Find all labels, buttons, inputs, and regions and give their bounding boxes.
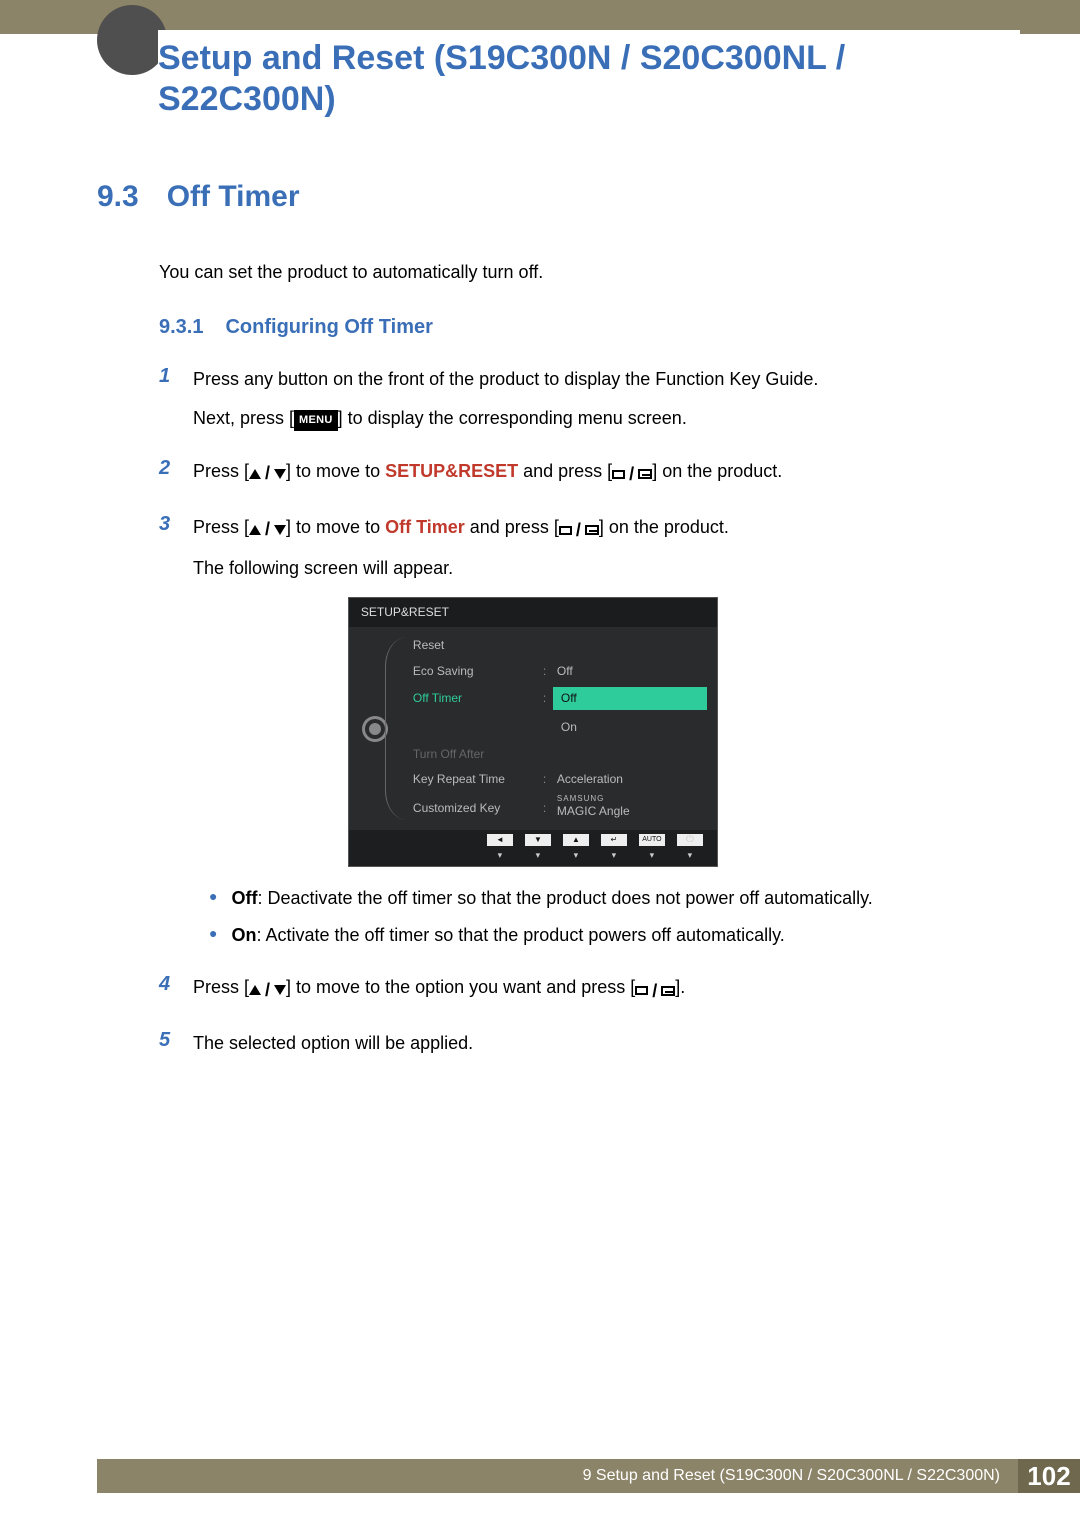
osd-title: SETUP&RESET (349, 598, 717, 627)
target-off-timer: Off Timer (385, 517, 465, 537)
osd-nav-bar: ◄▾ ▼▾ ▲▾ ↵▾ AUTO▾ ▾ (349, 830, 717, 866)
menu-button-icon: MENU (294, 410, 338, 432)
osd-row-reset: Reset (395, 633, 707, 658)
page-footer: 9 Setup and Reset (S19C300N / S20C300NL … (97, 1459, 1080, 1493)
steps-list: 1 Press any button on the front of the p… (159, 365, 1010, 1068)
bullet-on: ● On: Activate the off timer so that the… (209, 922, 873, 949)
section-title: Off Timer (167, 180, 300, 214)
step-text: Press [/] to move to SETUP&RESET and pre… (193, 457, 782, 489)
section-intro: You can set the product to automatically… (159, 259, 1010, 286)
step-1: 1 Press any button on the front of the p… (159, 365, 1010, 443)
page-content: 9.3 Off Timer You can set the product to… (97, 180, 1010, 1082)
nav-auto-label: AUTO▾ (639, 834, 665, 862)
up-down-icon: / (249, 976, 286, 1005)
bullet-icon: ● (209, 885, 217, 912)
chapter-circle (97, 5, 167, 75)
nav-left-icon: ◄▾ (487, 834, 513, 862)
up-down-icon: / (249, 459, 286, 488)
step-number: 4 (159, 973, 175, 996)
select-enter-icon: / (612, 460, 652, 489)
bullet-icon: ● (209, 922, 217, 949)
nav-power-icon: ▾ (677, 834, 703, 862)
step-5: 5 The selected option will be applied. (159, 1029, 1010, 1068)
nav-up-icon: ▲▾ (563, 834, 589, 862)
osd-row-off-timer-opt: On (395, 713, 707, 742)
step-number: 1 (159, 365, 175, 388)
step-body: Press [/] to move to Off Timer and press… (193, 513, 873, 960)
bullet-off: ● Off: Deactivate the off timer so that … (209, 885, 873, 912)
step-body: Press [/] to move to the option you want… (193, 973, 685, 1015)
step-3: 3 Press [/] to move to Off Timer and pre… (159, 513, 1010, 960)
select-enter-icon: / (635, 977, 675, 1006)
step-text: Press [/] to move to Off Timer and press… (193, 513, 873, 545)
step-body: Press any button on the front of the pro… (193, 365, 818, 443)
step-text: Press [/] to move to the option you want… (193, 973, 685, 1005)
osd-row-eco: Eco Saving:Off (395, 659, 707, 684)
step-body: Press [/] to move to SETUP&RESET and pre… (193, 457, 782, 499)
step-4: 4 Press [/] to move to the option you wa… (159, 973, 1010, 1015)
section-number: 9.3 (97, 180, 139, 214)
gear-icon (365, 719, 385, 739)
select-enter-icon: / (559, 516, 599, 545)
osd-row-key-repeat: Key Repeat Time:Acceleration (395, 767, 707, 792)
step-text: Next, press [MENU] to display the corres… (193, 404, 818, 433)
subsection-title: Configuring Off Timer (225, 316, 432, 339)
step-number: 3 (159, 513, 175, 536)
subsection-heading: 9.3.1 Configuring Off Timer (159, 316, 1010, 339)
option-bullets: ● Off: Deactivate the off timer so that … (209, 885, 873, 949)
step-2: 2 Press [/] to move to SETUP&RESET and p… (159, 457, 1010, 499)
subsection-number: 9.3.1 (159, 316, 203, 339)
osd-menu: Reset Eco Saving:Off Off Timer:Off On Tu… (395, 633, 707, 824)
step-number: 5 (159, 1029, 175, 1052)
osd-body: Reset Eco Saving:Off Off Timer:Off On Tu… (349, 627, 717, 830)
osd-row-turn-off: Turn Off After (395, 742, 707, 767)
up-down-icon: / (249, 515, 286, 544)
section-heading: 9.3 Off Timer (97, 180, 1010, 214)
page-number: 102 (1018, 1459, 1080, 1493)
osd-row-off-timer: Off Timer:Off (395, 684, 707, 713)
chapter-title: Setup and Reset (S19C300N / S20C300NL / … (158, 38, 1020, 120)
arc-decor (385, 637, 407, 820)
osd-icon-col (355, 633, 395, 824)
osd-row-customized-key: Customized Key:SAMSUNGMAGIC Angle (395, 793, 707, 825)
osd-screenshot: SETUP&RESET Reset Eco Saving:Off Off Tim… (348, 597, 718, 867)
chapter-title-block: Setup and Reset (S19C300N / S20C300NL / … (158, 30, 1020, 140)
step-text: The selected option will be applied. (193, 1029, 473, 1058)
footer-chapter-ref: 9 Setup and Reset (S19C300N / S20C300NL … (583, 1467, 1008, 1485)
target-setup-reset: SETUP&RESET (385, 461, 518, 481)
step-text: The following screen will appear. (193, 554, 873, 583)
nav-enter-icon: ↵▾ (601, 834, 627, 862)
option-label: Off (231, 888, 257, 908)
osd-selected-value: Off (553, 687, 707, 710)
option-label: On (231, 925, 256, 945)
step-text: Press any button on the front of the pro… (193, 365, 818, 394)
step-number: 2 (159, 457, 175, 480)
step-body: The selected option will be applied. (193, 1029, 473, 1068)
nav-down-icon: ▼▾ (525, 834, 551, 862)
